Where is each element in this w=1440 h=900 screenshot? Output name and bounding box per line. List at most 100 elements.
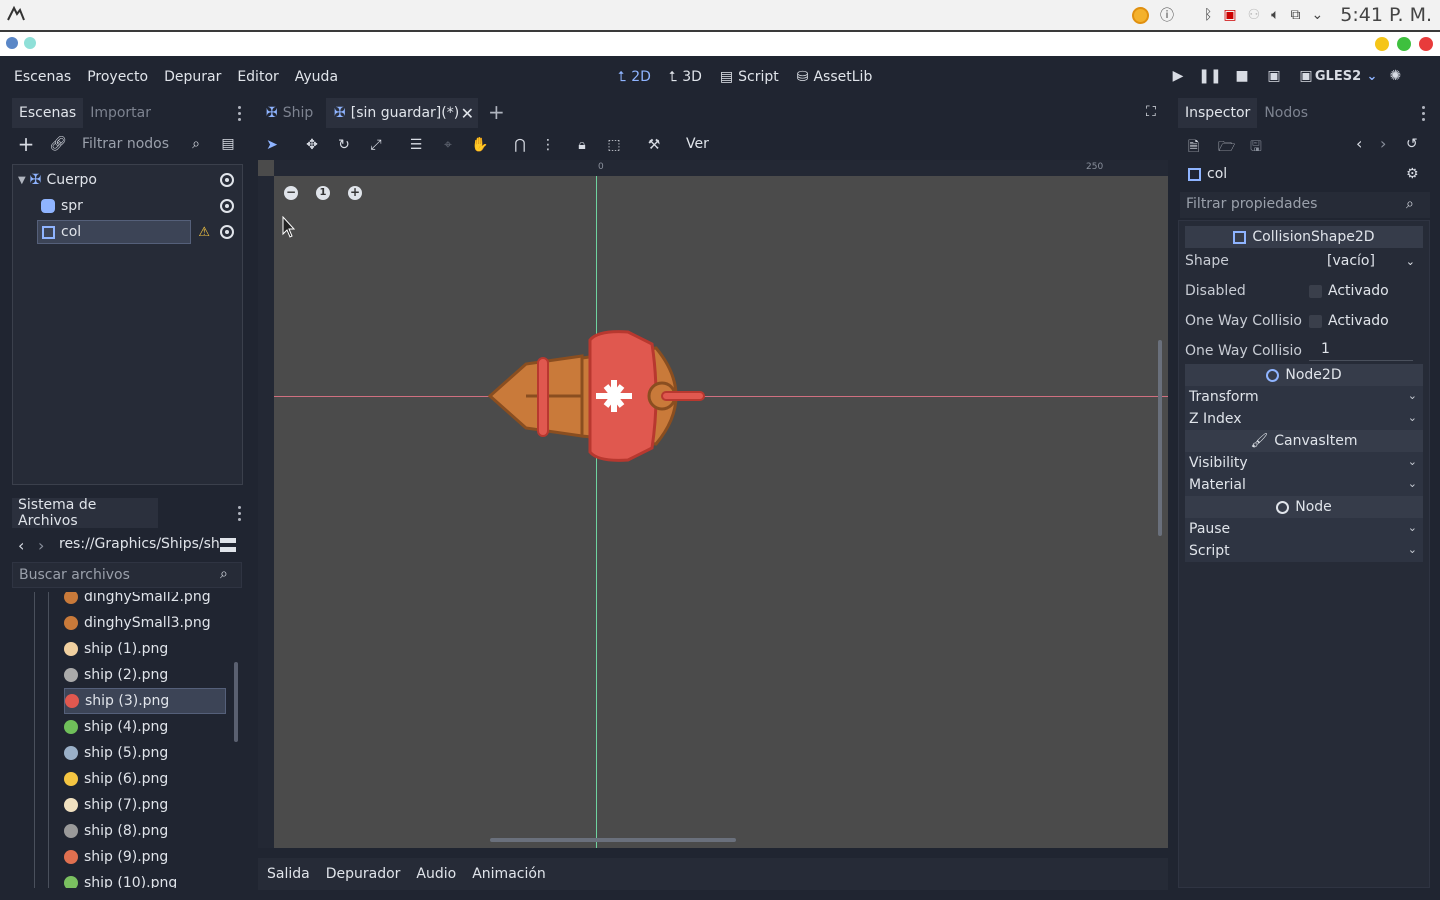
visibility-eye-icon[interactable] xyxy=(220,225,234,239)
pivot-tool-icon[interactable]: ⌖ xyxy=(440,137,456,153)
update-icon[interactable] xyxy=(1131,6,1149,24)
notification-icon[interactable]: ▣ xyxy=(1223,7,1236,23)
lock-icon[interactable]: 🔒︎ xyxy=(574,137,590,153)
viewport-scrollbar-horizontal[interactable] xyxy=(490,838,736,842)
collapse-arrow-icon[interactable]: ▼ xyxy=(18,175,26,186)
menu-depurar[interactable]: Depurar xyxy=(164,69,221,85)
mode-assetlib-button[interactable]: ⛁ AssetLib xyxy=(797,69,873,85)
group-icon[interactable]: ⬚ xyxy=(606,137,622,153)
history-back-icon[interactable]: ‹ xyxy=(1356,134,1362,153)
skeleton-bone-icon[interactable]: ⚒ xyxy=(646,137,662,153)
tree-node-col[interactable]: col ⚠ xyxy=(13,219,242,245)
file-item[interactable]: ship (9).png xyxy=(64,844,168,870)
move-tool-icon[interactable]: ✥ xyxy=(304,137,320,153)
tab-ship[interactable]: ✠ Ship xyxy=(258,98,324,128)
shape-dropdown[interactable]: [vacío] ⌄ xyxy=(1305,250,1423,272)
menu-escenas[interactable]: Escenas xyxy=(14,69,71,85)
play-scene-icon[interactable]: ▣ xyxy=(1266,68,1282,84)
viewport-scrollbar-vertical[interactable] xyxy=(1158,340,1162,536)
group-pause[interactable]: Pause ⌄ xyxy=(1185,518,1423,540)
clock[interactable]: 5:41 P. M. xyxy=(1340,4,1432,26)
filter-properties-input[interactable]: Filtrar propiedades xyxy=(1180,192,1430,218)
group-transform[interactable]: Transform ⌄ xyxy=(1185,386,1423,408)
stop-icon[interactable]: ■ xyxy=(1234,68,1250,84)
pin-icon[interactable] xyxy=(24,37,36,49)
tab-importar[interactable]: Importar xyxy=(83,98,158,128)
play-icon[interactable]: ▶ xyxy=(1170,68,1186,84)
kde-logo-icon[interactable] xyxy=(6,4,26,24)
bluetooth-icon[interactable]: ᛒ xyxy=(1204,7,1212,23)
tab-inspector[interactable]: Inspector xyxy=(1178,98,1258,128)
search-files-input[interactable]: Buscar archivos xyxy=(12,562,242,588)
view-mode-icon[interactable] xyxy=(220,538,236,552)
menu-proyecto[interactable]: Proyecto xyxy=(87,69,148,85)
file-item[interactable]: ship (5).png xyxy=(64,740,168,766)
tab-filesystem[interactable]: Sistema de Archivos xyxy=(12,497,158,529)
minimize-button[interactable] xyxy=(1375,37,1389,51)
menu-ayuda[interactable]: Ayuda xyxy=(295,69,338,85)
add-tab-icon[interactable]: + xyxy=(488,100,505,124)
load-resource-icon[interactable]: 🗁 xyxy=(1218,136,1235,160)
tab-nodos[interactable]: Nodos xyxy=(1257,98,1315,128)
file-item[interactable]: ship (1).png xyxy=(64,636,168,662)
maximize-button[interactable] xyxy=(1397,37,1411,51)
pause-icon[interactable]: ❚❚ xyxy=(1198,68,1221,84)
tab-animacion[interactable]: Animación xyxy=(472,866,546,882)
volume-icon[interactable]: 🔈︎ xyxy=(1271,7,1279,23)
tree-node-cuerpo[interactable]: ▼ ✠ Cuerpo xyxy=(13,167,242,193)
tab-sin-guardar[interactable]: ✠ [sin guardar](*) ✕ xyxy=(326,98,478,128)
history-forward-icon[interactable]: › xyxy=(1380,134,1386,153)
add-node-icon[interactable]: + xyxy=(18,132,35,156)
tab-escenas[interactable]: Escenas xyxy=(12,98,84,128)
group-material[interactable]: Material ⌄ xyxy=(1185,474,1423,496)
chevron-down-icon[interactable]: ⌄ xyxy=(1312,7,1324,23)
group-script[interactable]: Script ⌄ xyxy=(1185,540,1423,562)
user-icon[interactable]: ⚇ xyxy=(1248,7,1261,23)
mode-3d-button[interactable]: ⮤ 3D xyxy=(669,69,702,85)
scene-panel-menu-icon[interactable] xyxy=(238,106,242,122)
inspector-menu-icon[interactable] xyxy=(1422,106,1426,122)
visibility-eye-icon[interactable] xyxy=(220,173,234,187)
mode-script-button[interactable]: ▤ Script xyxy=(720,69,779,85)
select-tool-icon[interactable]: ➤ xyxy=(264,137,280,153)
tree-node-spr[interactable]: spr xyxy=(13,193,242,219)
filesystem-menu-icon[interactable] xyxy=(238,506,242,522)
clipboard-icon[interactable]: ⧉ xyxy=(1291,7,1301,23)
canvas-viewport[interactable]: 0 250 − 1 + xyxy=(258,160,1168,848)
play-custom-scene-icon[interactable]: ▣ xyxy=(1298,68,1314,84)
fullscreen-icon[interactable]: ⛶ xyxy=(1146,104,1156,120)
file-item[interactable]: ship (3).png xyxy=(64,688,226,714)
group-visibility[interactable]: Visibility ⌄ xyxy=(1185,452,1423,474)
tab-depurador[interactable]: Depurador xyxy=(326,866,401,882)
visibility-eye-icon[interactable] xyxy=(220,199,234,213)
close-tab-icon[interactable]: ✕ xyxy=(461,104,474,123)
history-icon[interactable]: ↺ xyxy=(1406,136,1418,152)
renderer-selector[interactable]: GLES2 ⌄ xyxy=(1315,68,1378,84)
mode-2d-button[interactable]: ⮤ 2D xyxy=(618,69,651,85)
path-field[interactable]: res://Graphics/Ships/sh xyxy=(59,536,220,552)
scene-options-icon[interactable]: ▤ xyxy=(220,136,236,152)
disabled-checkbox[interactable]: Activado xyxy=(1309,283,1389,299)
list-select-icon[interactable]: ☰ xyxy=(408,137,424,153)
scale-tool-icon[interactable]: ⤢ xyxy=(368,137,384,153)
ship-sprite[interactable] xyxy=(486,328,710,464)
back-arrow-icon[interactable]: ‹ xyxy=(18,536,24,555)
file-item[interactable]: ship (7).png xyxy=(64,792,168,818)
file-item[interactable]: ship (2).png xyxy=(64,662,168,688)
zoom-in-icon[interactable]: + xyxy=(348,186,362,200)
file-list-scrollbar[interactable] xyxy=(234,662,238,742)
file-item[interactable]: ship (4).png xyxy=(64,714,168,740)
file-item[interactable]: ship (6).png xyxy=(64,766,168,792)
tab-salida[interactable]: Salida xyxy=(267,866,310,882)
rotate-tool-icon[interactable]: ↻ xyxy=(336,137,352,153)
snap-icon[interactable]: ⋂ xyxy=(512,137,528,153)
info-icon[interactable]: ⓘ xyxy=(1160,5,1174,25)
app-icon[interactable] xyxy=(6,37,18,49)
view-menu[interactable]: Ver xyxy=(686,136,709,152)
file-item[interactable]: dinghySmall3.png xyxy=(64,610,211,636)
object-properties-icon[interactable]: ⚙ xyxy=(1406,166,1419,182)
save-resource-icon[interactable]: 🖫 xyxy=(1250,136,1262,160)
pan-tool-icon[interactable]: ✋ xyxy=(471,137,488,153)
one-way-margin-spinbox[interactable]: 1 xyxy=(1309,341,1413,361)
snap-options-icon[interactable]: ⋮ xyxy=(540,137,556,153)
